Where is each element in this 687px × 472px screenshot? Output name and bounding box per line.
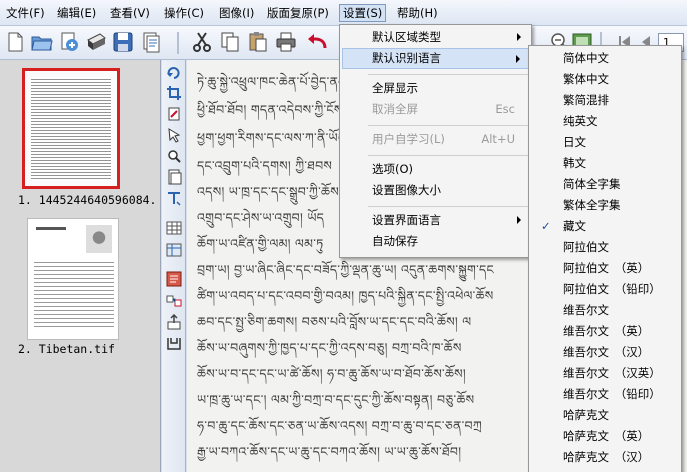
menu-item-label: 用户自学习(L)	[372, 132, 445, 146]
menu-item-label: 取消全屏	[372, 102, 418, 116]
table-area-icon[interactable]	[166, 220, 182, 236]
menu-separator	[368, 206, 528, 207]
lang-option[interactable]: 繁体全字集	[531, 195, 679, 216]
menu-item-label: 选项(O)	[372, 162, 414, 176]
menu-exit-fullscreen[interactable]: 取消全屏 Esc	[342, 99, 529, 120]
image-area-icon[interactable]	[166, 242, 182, 258]
lang-option[interactable]: 纯英文	[531, 111, 679, 132]
menu-separator	[368, 74, 528, 75]
menu-fullscreen[interactable]: 全屏显示	[342, 78, 529, 99]
thumbnail-title-mark	[36, 227, 66, 230]
lang-option[interactable]: 韩文	[531, 153, 679, 174]
menu-item-label: 自动保存	[372, 234, 418, 248]
lang-option[interactable]: 阿拉伯文 （铅印）	[531, 279, 679, 300]
menu-item-label: 设置界面语言	[372, 213, 441, 227]
menu-edit[interactable]: 编辑(E)	[54, 4, 99, 22]
thumbnail-1[interactable]	[22, 68, 120, 189]
reset-icon[interactable]	[166, 335, 182, 351]
text-icon[interactable]	[166, 190, 182, 206]
rotate-icon[interactable]	[166, 64, 182, 80]
menu-auto-save[interactable]: 自动保存	[342, 231, 529, 252]
menu-help[interactable]: 帮助(H)	[394, 4, 441, 22]
menu-view[interactable]: 查看(V)	[107, 4, 153, 22]
submenu-arrow-icon	[517, 33, 521, 41]
lang-option[interactable]: 维吾尔文 （汉）	[531, 342, 679, 363]
lang-option[interactable]: 哈萨克文 （汉）	[531, 447, 679, 468]
menu-default-recognition-language[interactable]: 默认识别语言	[342, 48, 529, 69]
lang-option[interactable]: 维吾尔文 （汉英）	[531, 363, 679, 384]
thumbnail-2[interactable]	[27, 218, 119, 340]
vertical-tool-strip	[162, 60, 186, 472]
thumbnail-label-1[interactable]: 1. 1445244640596084.	[18, 193, 156, 207]
language-submenu: 简体中文 繁体中文 繁简混排 纯英文 日文 韩文 简体全字集 繁体全字集 ✓ 藏文…	[528, 45, 682, 472]
menu-file[interactable]: 文件(F)	[3, 4, 48, 22]
menu-item-label: 设置图像大小	[372, 183, 441, 197]
copy-icon[interactable]	[218, 30, 242, 54]
lang-option[interactable]: 维吾尔文 （英）	[531, 321, 679, 342]
select-icon[interactable]	[166, 127, 182, 143]
menu-user-self-learning[interactable]: 用户自学习(L) Alt+U	[342, 129, 529, 150]
submenu-arrow-icon	[517, 216, 521, 224]
lang-option-checked[interactable]: ✓ 藏文	[531, 216, 679, 237]
menu-default-region-type[interactable]: 默认区域类型	[342, 27, 529, 48]
menu-item-label: 默认区域类型	[372, 30, 441, 44]
crop-icon[interactable]	[166, 85, 182, 101]
print-icon[interactable]	[274, 30, 298, 54]
export-icon[interactable]	[166, 314, 182, 330]
lang-option[interactable]: 繁体中文	[531, 69, 679, 90]
undo-icon[interactable]	[305, 30, 327, 54]
thumbnail-page-texture	[31, 77, 111, 181]
open-folder-icon[interactable]	[30, 30, 54, 54]
menu-separator	[368, 155, 528, 156]
submenu-arrow-icon	[516, 55, 520, 63]
lang-option[interactable]: 繁简混排	[531, 90, 679, 111]
menu-shortcut: Esc	[495, 102, 515, 116]
lang-option[interactable]: 简体中文	[531, 48, 679, 69]
lang-option[interactable]: 阿拉伯文	[531, 237, 679, 258]
menu-layout-restore[interactable]: 版面复原(P)	[264, 4, 332, 22]
menu-operation[interactable]: 操作(C)	[161, 4, 207, 22]
thumbnail-page-texture	[34, 259, 114, 329]
lang-option[interactable]: 维吾尔文 （铅印）	[531, 384, 679, 405]
menu-interface-language[interactable]: 设置界面语言	[342, 210, 529, 231]
scan-icon[interactable]	[57, 30, 81, 54]
menu-item-label: 默认识别语言	[372, 51, 441, 65]
cut-icon[interactable]	[190, 30, 214, 54]
link-icon[interactable]	[166, 293, 182, 309]
menu-separator	[368, 125, 528, 126]
zoom-icon[interactable]	[166, 148, 182, 164]
save-icon[interactable]	[111, 30, 135, 54]
checkmark-icon: ✓	[541, 219, 551, 233]
deskew-icon[interactable]	[166, 106, 182, 122]
thumbnail-panel: 1. 1445244640596084. 2. Tibetan.tif	[0, 60, 161, 472]
menu-bar: 文件(F) 编辑(E) 查看(V) 操作(C) 图像(I) 版面复原(P) 设置…	[0, 0, 687, 26]
thumbnail-figure	[86, 225, 112, 253]
new-doc-icon[interactable]	[3, 30, 27, 54]
lang-option[interactable]: 日文	[531, 132, 679, 153]
lang-option[interactable]: 维吾尔文	[531, 300, 679, 321]
page-icon[interactable]	[166, 169, 182, 185]
menu-options[interactable]: 选项(O)	[342, 159, 529, 180]
lang-option[interactable]: 哈萨克文 （英）	[531, 426, 679, 447]
lang-option[interactable]: 哈萨克文	[531, 405, 679, 426]
menu-shortcut: Alt+U	[481, 132, 515, 146]
lang-option[interactable]: 阿拉伯文 （英）	[531, 258, 679, 279]
settings-menu: 默认区域类型 默认识别语言 全屏显示 取消全屏 Esc 用户自学习(L) Alt+U…	[339, 24, 532, 258]
menu-item-label: 藏文	[563, 219, 586, 233]
menu-set-image-size[interactable]: 设置图像大小	[342, 180, 529, 201]
lang-option[interactable]: 简体全字集	[531, 174, 679, 195]
menu-image[interactable]: 图像(I)	[216, 4, 257, 22]
document-line: རྒྱ་ཡ་བཀའ་ཆོས་དང་ཡ་ཆུ་དང་བཀའ་ཆོས། ཡ་ཡ་ཆུ…	[197, 444, 462, 459]
toolbar-separator	[177, 32, 179, 54]
menu-settings[interactable]: 设置(S)	[339, 4, 387, 22]
menu-item-label: 全屏显示	[372, 81, 418, 95]
thumbnail-label-2[interactable]: 2. Tibetan.tif	[18, 342, 115, 356]
paste-icon[interactable]	[246, 30, 270, 54]
recognize-icon[interactable]	[166, 271, 182, 287]
scanner-icon[interactable]	[84, 30, 108, 54]
save-as-icon[interactable]	[138, 30, 162, 54]
